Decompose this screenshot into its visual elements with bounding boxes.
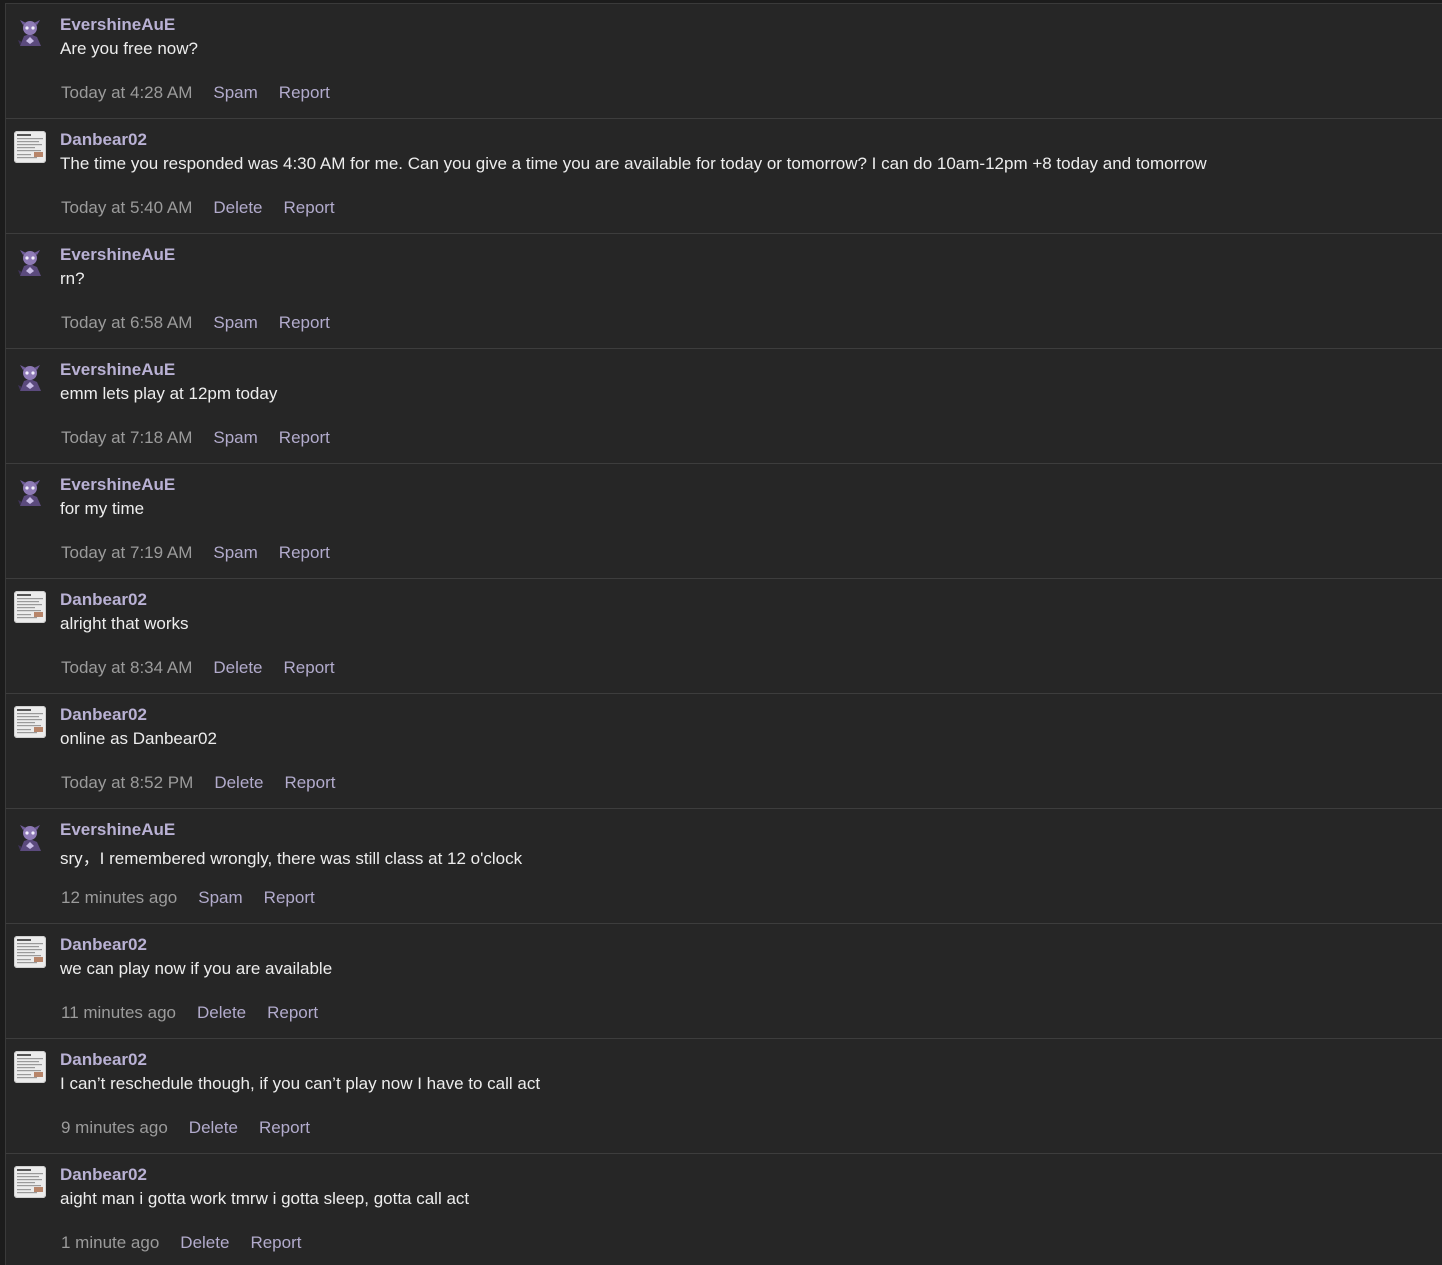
message-meta: 1 minute ago Delete Report xyxy=(60,1233,322,1253)
spam-link[interactable]: Spam xyxy=(198,888,242,908)
message-author[interactable]: EvershineAuE xyxy=(60,360,175,380)
message-item: Danbear02 The time you responded was 4:30… xyxy=(6,119,1442,234)
report-link[interactable]: Report xyxy=(279,313,330,333)
message-item: EvershineAuE emm lets play at 12pm today T… xyxy=(6,349,1442,464)
message-text: for my time xyxy=(60,499,145,518)
message-author[interactable]: EvershineAuE xyxy=(60,15,175,35)
message-author[interactable]: Danbear02 xyxy=(60,705,147,725)
message-item: Danbear02 aight man i gotta work tmrw i g… xyxy=(6,1154,1442,1265)
message-timestamp[interactable]: 9 minutes ago xyxy=(60,1118,168,1138)
message-timestamp[interactable]: Today at 7:19 AM xyxy=(60,543,192,563)
message-meta: Today at 7:19 AM Spam Report xyxy=(60,543,351,563)
message-timestamp[interactable]: 12 minutes ago xyxy=(60,888,177,908)
report-link[interactable]: Report xyxy=(267,1003,318,1023)
message-meta: Today at 4:28 AM Spam Report xyxy=(60,83,351,103)
message-meta: 9 minutes ago Delete Report xyxy=(60,1118,331,1138)
message-author[interactable]: Danbear02 xyxy=(60,1165,147,1185)
spam-link[interactable]: Spam xyxy=(213,543,257,563)
message-text: emm lets play at 12pm today xyxy=(60,384,278,403)
message-thread: EvershineAuE Are you free now? Today at 4:… xyxy=(5,3,1442,1265)
message-text: we can play now if you are available xyxy=(60,959,333,978)
message-text: sry，I remembered wrongly, there was stil… xyxy=(60,849,523,868)
message-item: Danbear02 alright that works Today at 8:34… xyxy=(6,579,1442,694)
message-meta: 11 minutes ago Delete Report xyxy=(60,1003,339,1023)
report-link[interactable]: Report xyxy=(284,658,335,678)
message-text: Are you free now? xyxy=(60,39,198,58)
purple-character-avatar-icon[interactable] xyxy=(14,821,46,853)
spam-link[interactable]: Spam xyxy=(213,313,257,333)
purple-character-avatar-icon[interactable] xyxy=(14,361,46,393)
message-text: The time you responded was 4:30 AM for m… xyxy=(60,154,1207,173)
delete-link[interactable]: Delete xyxy=(180,1233,229,1253)
delete-link[interactable]: Delete xyxy=(213,198,262,218)
message-author[interactable]: EvershineAuE xyxy=(60,820,175,840)
document-avatar-icon[interactable] xyxy=(14,131,46,163)
delete-link[interactable]: Delete xyxy=(214,773,263,793)
message-text: online as Danbear02 xyxy=(60,729,217,748)
purple-character-avatar-icon[interactable] xyxy=(14,16,46,48)
message-author[interactable]: Danbear02 xyxy=(60,1050,147,1070)
message-author[interactable]: Danbear02 xyxy=(60,935,147,955)
message-timestamp[interactable]: Today at 6:58 AM xyxy=(60,313,192,333)
message-timestamp[interactable]: 11 minutes ago xyxy=(60,1003,176,1023)
message-timestamp[interactable]: Today at 4:28 AM xyxy=(60,83,192,103)
message-timestamp[interactable]: 1 minute ago xyxy=(60,1233,159,1253)
message-timestamp[interactable]: Today at 8:34 AM xyxy=(60,658,192,678)
message-meta: Today at 7:18 AM Spam Report xyxy=(60,428,351,448)
report-link[interactable]: Report xyxy=(279,543,330,563)
report-link[interactable]: Report xyxy=(250,1233,301,1253)
report-link[interactable]: Report xyxy=(279,428,330,448)
message-text: I can’t reschedule though, if you can’t … xyxy=(60,1074,541,1093)
message-item: Danbear02 online as Danbear02 Today at 8:5… xyxy=(6,694,1442,809)
message-author[interactable]: EvershineAuE xyxy=(60,245,175,265)
message-meta: 12 minutes ago Spam Report xyxy=(60,888,336,908)
message-item: Danbear02 I can’t reschedule though, if y… xyxy=(6,1039,1442,1154)
message-item: EvershineAuE Are you free now? Today at 4:… xyxy=(6,4,1442,119)
document-avatar-icon[interactable] xyxy=(14,1166,46,1198)
message-timestamp[interactable]: Today at 8:52 PM xyxy=(60,773,193,793)
message-meta: Today at 8:52 PM Delete Report xyxy=(60,773,356,793)
message-item: Danbear02 we can play now if you are avai… xyxy=(6,924,1442,1039)
spam-link[interactable]: Spam xyxy=(213,83,257,103)
delete-link[interactable]: Delete xyxy=(213,658,262,678)
report-link[interactable]: Report xyxy=(279,83,330,103)
document-avatar-icon[interactable] xyxy=(14,706,46,738)
document-avatar-icon[interactable] xyxy=(14,936,46,968)
report-link[interactable]: Report xyxy=(264,888,315,908)
purple-character-avatar-icon[interactable] xyxy=(14,246,46,278)
document-avatar-icon[interactable] xyxy=(14,1051,46,1083)
message-item: EvershineAuE sry，I remembered wrongly, th… xyxy=(6,809,1442,924)
report-link[interactable]: Report xyxy=(259,1118,310,1138)
message-item: EvershineAuE rn? Today at 6:58 AM Spam Repor… xyxy=(6,234,1442,349)
message-timestamp[interactable]: Today at 7:18 AM xyxy=(60,428,192,448)
message-meta: Today at 6:58 AM Spam Report xyxy=(60,313,351,333)
message-timestamp[interactable]: Today at 5:40 AM xyxy=(60,198,192,218)
delete-link[interactable]: Delete xyxy=(197,1003,246,1023)
report-link[interactable]: Report xyxy=(284,198,335,218)
report-link[interactable]: Report xyxy=(284,773,335,793)
message-meta: Today at 8:34 AM Delete Report xyxy=(60,658,356,678)
message-text: alright that works xyxy=(60,614,189,633)
message-author[interactable]: Danbear02 xyxy=(60,590,147,610)
message-author[interactable]: Danbear02 xyxy=(60,130,147,150)
document-avatar-icon[interactable] xyxy=(14,591,46,623)
spam-link[interactable]: Spam xyxy=(213,428,257,448)
message-text: aight man i gotta work tmrw i gotta slee… xyxy=(60,1189,470,1208)
message-author[interactable]: EvershineAuE xyxy=(60,475,175,495)
message-item: EvershineAuE for my time Today at 7:19 AM S… xyxy=(6,464,1442,579)
delete-link[interactable]: Delete xyxy=(189,1118,238,1138)
message-text: rn? xyxy=(60,269,85,288)
message-meta: Today at 5:40 AM Delete Report xyxy=(60,198,356,218)
purple-character-avatar-icon[interactable] xyxy=(14,476,46,508)
